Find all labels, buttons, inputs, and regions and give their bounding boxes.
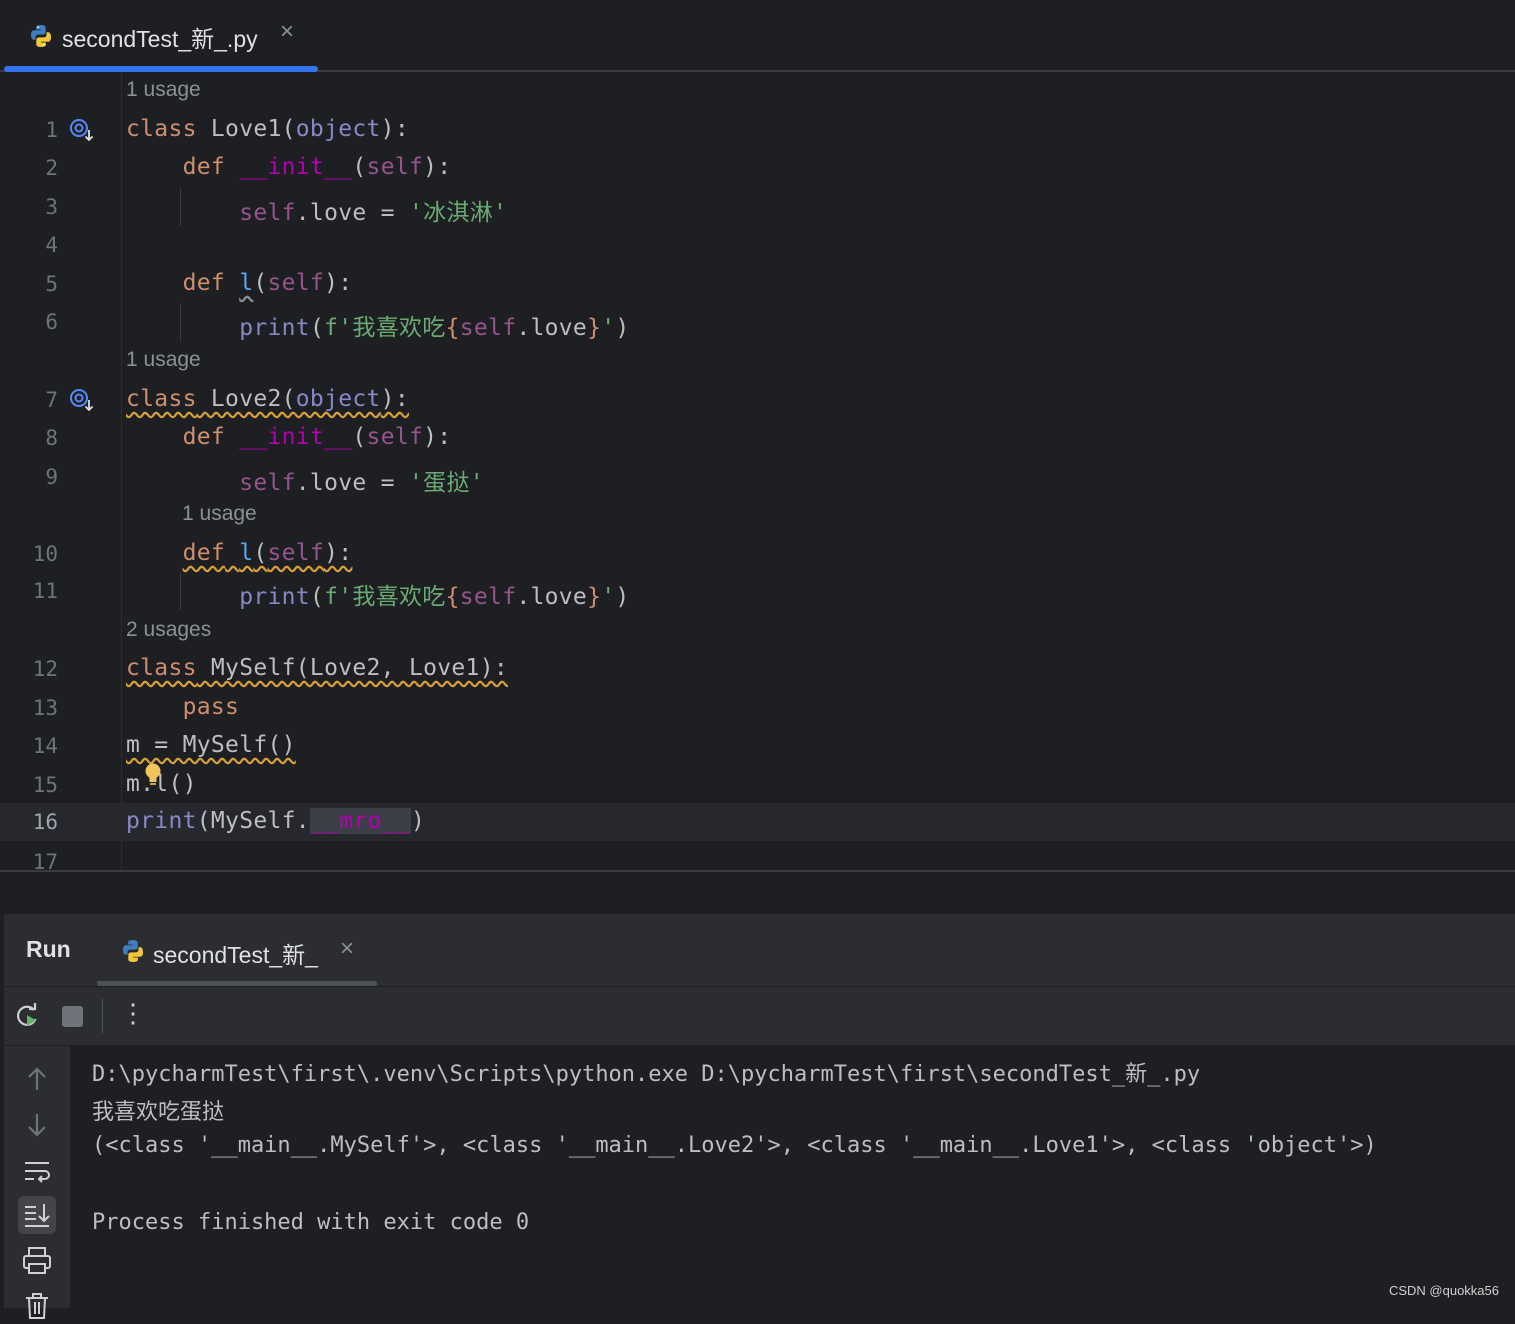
line-number: 17	[32, 850, 58, 870]
rerun-icon[interactable]	[12, 1001, 42, 1031]
code-line-11[interactable]: 11 print(f'我喜欢吃{self.love}')	[0, 572, 1515, 610]
code-text: print(f'我喜欢吃{self.love}')	[239, 584, 630, 610]
line-number: 3	[45, 195, 58, 219]
code-line-5[interactable]: 5 def l(self):	[0, 265, 1515, 303]
usage-hint[interactable]: 1 usage	[126, 78, 201, 102]
code-line-8[interactable]: 8 def __init__(self):	[0, 419, 1515, 457]
code-line-13[interactable]: 13 pass	[0, 689, 1515, 727]
code-line-7[interactable]: 7 class Love2(object):	[0, 381, 1515, 419]
python-file-icon	[120, 938, 146, 964]
print-icon[interactable]	[18, 1242, 56, 1280]
console-side-toolbar	[4, 1046, 70, 1319]
line-number: 14	[32, 734, 58, 758]
editor-tab-label: secondTest_新_.py	[62, 26, 258, 52]
line-number: 2	[45, 156, 58, 180]
code-text: def __init__(self):	[182, 154, 452, 180]
line-number: 1	[45, 118, 58, 142]
line-number: 5	[45, 272, 58, 296]
line-number: 13	[32, 696, 58, 720]
code-editor[interactable]: 1 usage 1 class Love1(object): 2 def __i…	[0, 72, 1515, 870]
arrow-down-icon[interactable]	[18, 1106, 56, 1144]
code-text: class MySelf(Love2, Love1):	[126, 655, 508, 681]
console-exit-status: Process finished with exit code 0	[92, 1210, 530, 1235]
console-output[interactable]: D:\pycharmTest\first\.venv\Scripts\pytho…	[70, 1046, 1515, 1308]
run-panel-title[interactable]: Run	[26, 936, 71, 963]
console-command-line: D:\pycharmTest\first\.venv\Scripts\pytho…	[92, 1062, 1201, 1087]
overridden-method-icon[interactable]	[68, 387, 96, 415]
code-line-16[interactable]: 16 print(MySelf.__mro__)	[0, 803, 1515, 841]
line-number: 9	[45, 465, 58, 489]
line-number: 16	[32, 810, 58, 834]
line-number: 11	[32, 579, 58, 603]
soft-wrap-icon[interactable]	[18, 1152, 56, 1190]
code-line-17[interactable]: 17	[0, 843, 1515, 870]
code-line-6[interactable]: 6 print(f'我喜欢吃{self.love}')	[0, 303, 1515, 341]
code-line-1[interactable]: 1 class Love1(object):	[0, 111, 1515, 149]
more-icon[interactable]: ⋮	[118, 998, 148, 1028]
scroll-to-end-icon[interactable]	[18, 1196, 56, 1234]
arrow-up-icon[interactable]	[18, 1060, 56, 1098]
usage-hint[interactable]: 1 usage	[182, 502, 257, 526]
toolbar-separator	[102, 999, 103, 1033]
usage-hint[interactable]: 2 usages	[126, 618, 211, 642]
code-text: pass	[182, 694, 240, 720]
inlay-hint-row: 1 usage	[0, 342, 1515, 380]
code-line-15[interactable]: 15 m.l()	[0, 763, 1515, 804]
trash-icon[interactable]	[18, 1286, 56, 1324]
code-text: def l(self):	[182, 270, 353, 296]
line-number: 4	[45, 233, 58, 257]
inlay-hint-row: 2 usages	[0, 612, 1515, 650]
code-line-14[interactable]: 14 m = MySelf()	[0, 727, 1515, 765]
editor-tab-bar: secondTest_新_.py ×	[0, 0, 1515, 72]
python-file-icon	[28, 23, 54, 49]
watermark: CSDN @quokka56	[1388, 1283, 1499, 1298]
code-line-2[interactable]: 2 def __init__(self):	[0, 149, 1515, 187]
code-text: self.love = '蛋挞'	[239, 470, 484, 496]
line-number: 8	[45, 426, 58, 450]
inlay-hint-row: 1 usage	[0, 496, 1515, 534]
code-text: def l(self):	[182, 540, 353, 566]
code-text: self.love = '冰淇淋'	[239, 200, 508, 226]
run-panel-header: Run secondTest_新_ ×	[4, 914, 1515, 987]
code-line-3[interactable]: 3 self.love = '冰淇淋'	[0, 188, 1515, 226]
code-text: class Love1(object):	[126, 116, 409, 142]
line-number: 12	[32, 657, 58, 681]
run-tab-label: secondTest_新_	[153, 942, 318, 968]
code-line-12[interactable]: 12 class MySelf(Love2, Love1):	[0, 650, 1515, 688]
inlay-hint-row: 1 usage	[0, 72, 1515, 110]
close-run-tab-icon[interactable]: ×	[340, 935, 354, 963]
stop-icon[interactable]	[58, 1001, 88, 1031]
line-number: 15	[32, 773, 58, 797]
run-tab-indicator	[97, 981, 377, 986]
code-line-10[interactable]: 10 def l(self):	[0, 535, 1515, 573]
code-text: def __init__(self):	[182, 424, 452, 450]
line-number: 7	[45, 388, 58, 412]
line-number: 6	[45, 310, 58, 334]
close-tab-icon[interactable]: ×	[280, 18, 294, 46]
usage-hint[interactable]: 1 usage	[126, 348, 201, 372]
code-line-4[interactable]: 4	[0, 226, 1515, 264]
line-number: 10	[32, 542, 58, 566]
code-text: print(MySelf.__mro__)	[126, 808, 426, 834]
console-output-line: 我喜欢吃蛋挞	[92, 1100, 225, 1125]
run-tab-secondtest[interactable]: secondTest_新_ ×	[97, 914, 377, 986]
lightbulb-icon[interactable]	[143, 762, 163, 788]
code-text: print(f'我喜欢吃{self.love}')	[239, 315, 630, 341]
run-toolbar: ⋮	[4, 987, 1515, 1045]
code-text: class Love2(object):	[126, 386, 409, 412]
editor-tab-secondtest[interactable]: secondTest_新_.py ×	[4, 0, 318, 72]
panel-gap	[0, 872, 1515, 914]
code-line-9[interactable]: 9 self.love = '蛋挞'	[0, 458, 1515, 496]
code-text: m = MySelf()	[126, 732, 296, 758]
console-output-line: (<class '__main__.MySelf'>, <class '__ma…	[92, 1133, 1377, 1158]
overridden-method-icon[interactable]	[68, 117, 96, 145]
